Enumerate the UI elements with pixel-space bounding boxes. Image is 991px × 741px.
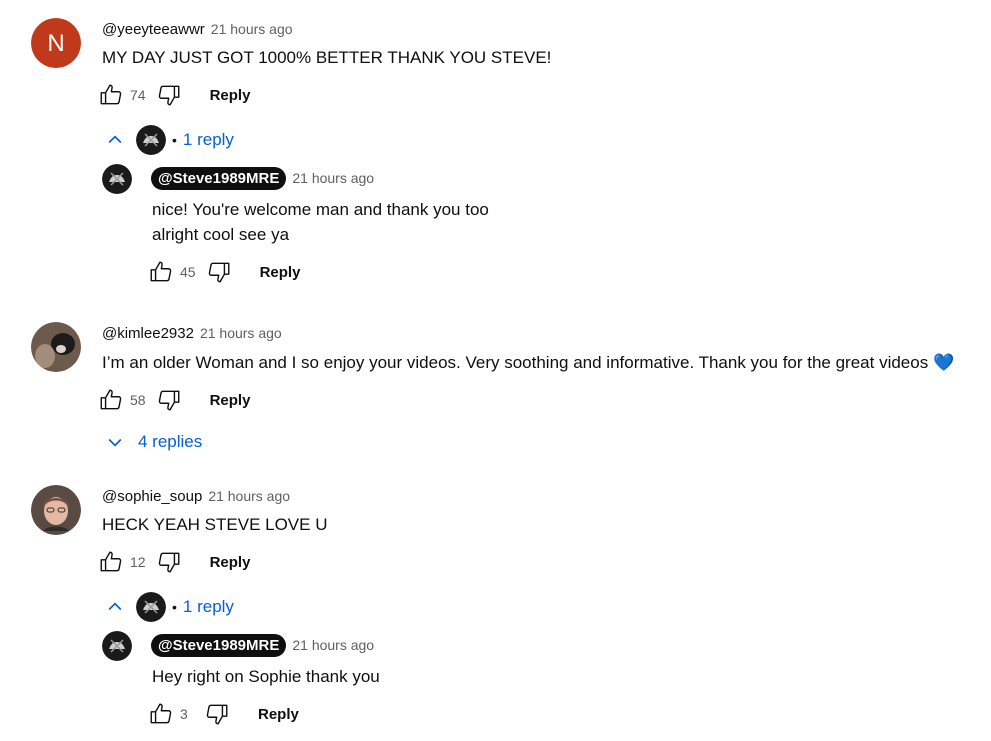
reply-text-line: Hey right on Sophie thank you [152,667,380,686]
replies-toggle[interactable]: • 1 reply [104,124,234,156]
comment-text: I’m an older Woman and I so enjoy your v… [102,353,955,372]
reply-text-line: nice! You're welcome man and thank you t… [152,200,489,219]
reply-button[interactable]: Reply [210,87,251,104]
comment-thread: N @yeeyteeawwr 21 hours ago MY DAY JUST … [0,0,991,300]
like-icon[interactable] [96,547,126,577]
reply-text-line: alright cool see ya [152,225,290,244]
chevron-down-icon [104,431,126,453]
comment-time[interactable]: 21 hours ago [211,21,293,37]
separator-dot: • [172,599,177,615]
like-count: 74 [130,87,146,103]
comment-time[interactable]: 21 hours ago [200,325,282,341]
reply-button[interactable]: Reply [210,392,251,409]
separator-dot: • [172,132,177,148]
like-icon[interactable] [146,257,176,287]
reply-button[interactable]: Reply [210,554,251,571]
comment-author[interactable]: @kimlee2932 [102,325,194,342]
replies-count: 4 replies [138,432,203,451]
dislike-icon[interactable] [154,80,184,110]
dislike-icon[interactable] [204,257,234,287]
dislike-icon[interactable] [154,385,184,415]
chevron-up-icon [104,129,126,151]
replies-toggle[interactable]: 4 replies [104,426,202,458]
avatar[interactable] [31,485,81,535]
comment-text: HECK YEAH STEVE LOVE U [102,515,328,534]
comment-time[interactable]: 21 hours ago [292,637,374,653]
comment-author[interactable]: @yeeyteeawwr [102,21,205,38]
creator-badge[interactable]: @Steve1989MRE [151,166,287,190]
chevron-up-icon [104,596,126,618]
like-count: 45 [180,264,196,280]
like-icon[interactable] [96,385,126,415]
replies-count: 1 reply [182,597,234,616]
reply-button[interactable]: Reply [260,264,301,281]
reply-avatar[interactable] [102,631,132,661]
like-count: 58 [130,392,146,408]
comment-author[interactable]: @sophie_soup [102,488,202,505]
dislike-icon[interactable] [202,699,232,729]
comment-time[interactable]: 21 hours ago [208,488,290,504]
creator-avatar [136,592,166,622]
like-count: 12 [130,554,146,570]
like-icon[interactable] [96,80,126,110]
reply-button[interactable]: Reply [258,706,299,723]
avatar[interactable]: N [31,18,81,68]
comment-text: MY DAY JUST GOT 1000% BETTER THANK YOU S… [102,48,552,67]
avatar-letter: N [47,30,64,57]
comment-time[interactable]: 21 hours ago [292,170,374,186]
creator-badge[interactable]: @Steve1989MRE [151,633,287,657]
replies-toggle[interactable]: • 1 reply [104,591,234,623]
replies-count: 1 reply [182,130,234,149]
comment-thread: @kimlee2932 21 hours ago I’m an older Wo… [0,300,991,460]
avatar[interactable] [31,322,81,372]
like-count: 3 [180,706,188,722]
comment-thread: @sophie_soup 21 hours ago HECK YEAH STEV… [0,470,991,741]
reply-avatar[interactable] [102,164,132,194]
creator-avatar [136,125,166,155]
like-icon[interactable] [146,699,176,729]
dislike-icon[interactable] [154,547,184,577]
